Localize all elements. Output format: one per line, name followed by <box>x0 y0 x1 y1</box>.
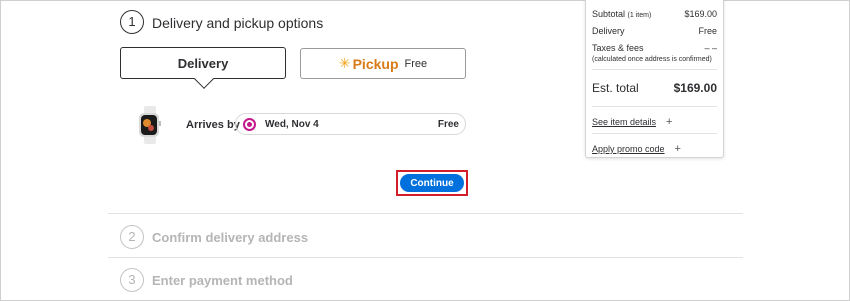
section-divider <box>108 213 743 214</box>
see-item-details-link[interactable]: See item details <box>592 117 656 127</box>
subtotal-value: $169.00 <box>684 9 717 19</box>
arrives-by-label: Arrives by <box>186 119 240 131</box>
step-1-number: 1 <box>120 10 144 34</box>
taxes-row: Taxes & fees – – <box>592 43 717 53</box>
summary-divider <box>592 106 717 107</box>
taxes-label: Taxes & fees <box>592 43 644 53</box>
pickup-option-button[interactable]: ✳ Pickup Free <box>300 48 466 79</box>
delivery-date: Wed, Nov 4 <box>265 118 319 130</box>
pickup-option-label: Pickup <box>352 55 399 72</box>
subtotal-label: Subtotal <box>592 9 626 19</box>
summary-divider <box>592 133 717 134</box>
item-details-row[interactable]: See item details + <box>592 116 672 128</box>
continue-highlight-box: Continue <box>396 170 468 196</box>
step-3-number: 3 <box>120 268 144 292</box>
date-radio-selected[interactable] <box>243 117 256 131</box>
step-2-title: Confirm delivery address <box>152 230 309 245</box>
promo-code-row[interactable]: Apply promo code + <box>592 143 681 155</box>
order-summary-card: Subtotal (1 item) $169.00 Delivery Free … <box>585 0 724 158</box>
delivery-fee-label: Delivery <box>592 26 625 36</box>
summary-divider <box>592 69 717 70</box>
expand-plus-icon[interactable]: + <box>666 116 672 128</box>
spark-icon: ✳ <box>338 55 351 71</box>
step-2-number: 2 <box>120 225 144 249</box>
est-total-row: Est. total $169.00 <box>592 81 717 95</box>
apply-promo-code-link[interactable]: Apply promo code <box>592 144 665 154</box>
subtotal-item-count: (1 item) <box>627 12 652 19</box>
taxes-value: – – <box>704 43 717 53</box>
delivery-date-option[interactable]: Wed, Nov 4 Free <box>235 113 466 135</box>
subtotal-row: Subtotal (1 item) $169.00 <box>592 9 717 19</box>
delivery-fee-value: Free <box>698 26 717 36</box>
taxes-note: (calculated once address is confirmed) <box>592 56 712 63</box>
delivery-option-button[interactable]: Delivery <box>120 47 286 89</box>
expand-plus-icon[interactable]: + <box>675 143 681 155</box>
est-total-value: $169.00 <box>673 81 717 95</box>
step-3-title: Enter payment method <box>152 273 293 288</box>
continue-button[interactable]: Continue <box>400 174 464 192</box>
section-divider <box>108 257 743 258</box>
product-watch-image <box>139 106 161 144</box>
delivery-fee-row: Delivery Free <box>592 26 717 36</box>
step-1-title: Delivery and pickup options <box>152 15 324 31</box>
pickup-price: Free <box>404 57 428 70</box>
est-total-label: Est. total <box>592 81 639 95</box>
delivery-date-price: Free <box>437 118 459 130</box>
